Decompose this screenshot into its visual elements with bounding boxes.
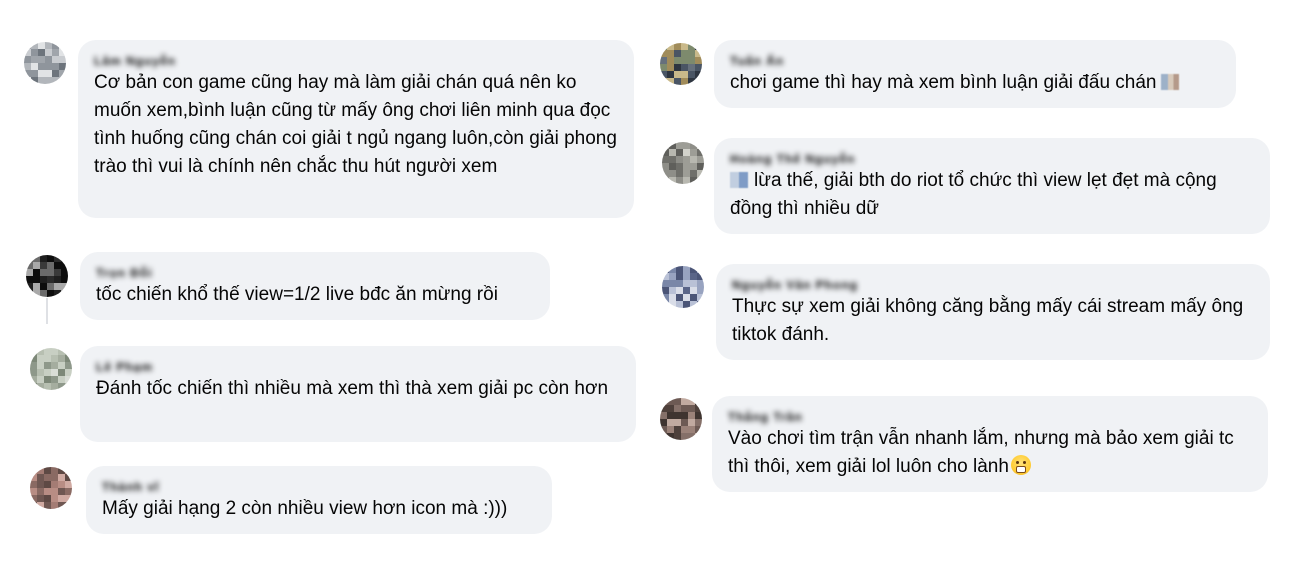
- comment-bubble: Thắng Trần Vào chơi tìm trận vẫn nhanh l…: [712, 396, 1268, 492]
- avatar[interactable]: [660, 398, 702, 440]
- avatar[interactable]: [26, 255, 68, 297]
- comment-bubble: Hoàng Thế Nguyễn lừa thế, giải bth do ri…: [714, 138, 1270, 234]
- comment-author[interactable]: Trọn Đỗi: [96, 264, 536, 280]
- comment-author[interactable]: Lê Phạm: [96, 358, 622, 374]
- comment-author[interactable]: Tuấn Ấn: [730, 52, 1222, 68]
- comment-text: Mấy giải hạng 2 còn nhiều view hơn icon …: [102, 498, 508, 519]
- comment-bubble: Tuấn Ấn chơi game thì hay mà xem bình lu…: [714, 40, 1236, 108]
- avatar[interactable]: [30, 467, 72, 509]
- comment-author[interactable]: Nguyễn Văn Phong: [732, 276, 1256, 292]
- comment-bubble: Lê Phạm Đánh tốc chiến thì nhiều mà xem …: [80, 346, 636, 442]
- avatar[interactable]: [24, 42, 66, 84]
- comment-author[interactable]: Hoàng Thế Nguyễn: [730, 150, 1256, 166]
- avatar[interactable]: [662, 266, 704, 308]
- comment-bubble: Thành vĩ Mấy giải hạng 2 còn nhiều view …: [86, 466, 552, 534]
- avatar[interactable]: [660, 43, 702, 85]
- avatar[interactable]: [30, 348, 72, 390]
- comment-bubble: Lâm Nguyễn Cơ bản con game cũng hay mà l…: [78, 40, 634, 218]
- pixelated-emoji-icon: [1160, 74, 1179, 90]
- pixelated-emoji-icon: [730, 172, 748, 188]
- comment-bubble: Trọn Đỗi tốc chiến khổ thế view=1/2 live…: [80, 252, 550, 320]
- comment-author[interactable]: Lâm Nguyễn: [94, 52, 620, 68]
- comment-author[interactable]: Thắng Trần: [728, 408, 1254, 424]
- thread-line: [46, 298, 48, 324]
- comment-text: tốc chiến khổ thế view=1/2 live bđc ăn m…: [96, 284, 498, 305]
- comment-text: lừa thế, giải bth do riot tổ chức thì vi…: [730, 170, 1222, 219]
- grimacing-face-emoji-icon: [1010, 455, 1031, 475]
- comment-text: Đánh tốc chiến thì nhiều mà xem thì thà …: [96, 378, 609, 399]
- comment-bubble: Nguyễn Văn Phong Thực sự xem giải không …: [716, 264, 1270, 360]
- comment-text: Thực sự xem giải không căng bằng mấy cái…: [732, 296, 1249, 345]
- comment-text: chơi game thì hay mà xem bình luận giải …: [730, 69, 1222, 97]
- avatar[interactable]: [662, 142, 704, 184]
- comment-text: Cơ bản con game cũng hay mà làm giải chá…: [94, 72, 623, 177]
- comment-author[interactable]: Thành vĩ: [102, 478, 538, 494]
- comment-text: Vào chơi tìm trận vẫn nhanh lắm, nhưng m…: [728, 428, 1239, 477]
